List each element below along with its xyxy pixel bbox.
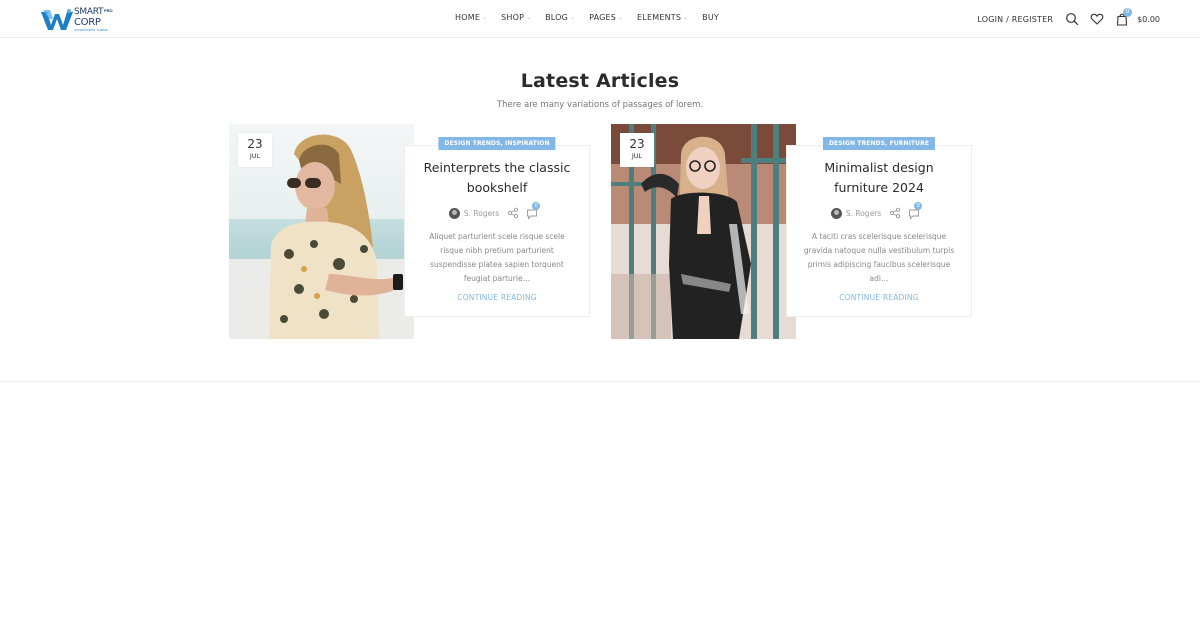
article-card: 23 JUL DESIGN TRENDS, INSPIRATION Reinte… [229, 124, 591, 339]
nav-label: BLOG [545, 13, 569, 22]
comment-count-badge: 0 [914, 202, 923, 210]
nav-item-elements[interactable]: ELEMENTS ⌄ [637, 13, 688, 22]
chevron-down-icon: ⌄ [618, 14, 624, 21]
article-content: DESIGN TRENDS, INSPIRATION Reinterprets … [404, 137, 590, 317]
author-name[interactable]: S. Rogers [846, 209, 881, 218]
article-image[interactable]: 23 JUL [229, 124, 414, 339]
nav-label: SHOP [501, 13, 525, 22]
logo-line1: SMART [74, 7, 104, 17]
main-nav: HOME ⌄ SHOP ⌄ BLOG ⌄ PAGES ⌄ ELEMENTS ⌄ BUY [455, 13, 733, 22]
comments-link[interactable]: 0 [526, 202, 541, 220]
continue-reading-link[interactable]: CONTINUE READING [405, 293, 589, 302]
article-content: DESIGN TRENDS, FURNITURE Minimalist desi… [786, 137, 972, 317]
article-meta: S. Rogers 0 [787, 202, 971, 220]
nav-label: BUY [702, 13, 719, 22]
share-icon[interactable] [889, 207, 901, 219]
nav-label: PAGES [589, 13, 617, 22]
section-title: Latest Articles [520, 70, 680, 92]
chevron-down-icon: ⌄ [683, 14, 689, 21]
category-badge[interactable]: DESIGN TRENDS, FURNITURE [822, 137, 936, 150]
date-day: 23 [247, 137, 263, 151]
section-divider [0, 381, 1200, 382]
article-excerpt: Aliquet parturient scele risque scele ri… [429, 232, 565, 283]
article-date: 23 JUL [620, 133, 654, 167]
chevron-down-icon: ⌄ [570, 14, 576, 21]
article-date: 23 JUL [238, 133, 272, 167]
section-subtitle: There are many variations of passages of… [496, 100, 704, 110]
logo-line2: CORP [74, 17, 101, 28]
site-header: SMART CORP PRO WORDPRESS THEME HOME ⌄ SHO… [0, 0, 1200, 38]
site-logo[interactable]: SMART CORP PRO WORDPRESS THEME [40, 6, 120, 32]
comments-link[interactable]: 0 [908, 202, 923, 220]
nav-item-blog[interactable]: BLOG ⌄ [545, 13, 575, 22]
author-avatar [448, 207, 460, 219]
nav-label: HOME [455, 13, 481, 22]
continue-reading-link[interactable]: CONTINUE READING [787, 293, 971, 302]
date-day: 23 [629, 137, 645, 151]
author-name[interactable]: S. Rogers [464, 209, 499, 218]
search-icon[interactable] [1065, 12, 1079, 26]
share-icon[interactable] [507, 207, 519, 219]
date-month: JUL [249, 152, 261, 160]
heart-icon[interactable] [1090, 12, 1104, 26]
logo-badge: PRO [104, 8, 113, 13]
article-meta: S. Rogers 0 [405, 202, 589, 220]
cart-button[interactable]: 0 [1115, 8, 1133, 26]
cart-total[interactable]: $0.00 [1137, 15, 1160, 24]
login-register-link[interactable]: LOGIN / REGISTER [977, 15, 1053, 24]
nav-item-buy[interactable]: BUY [702, 13, 719, 22]
nav-item-home[interactable]: HOME ⌄ [455, 13, 487, 22]
category-badge[interactable]: DESIGN TRENDS, INSPIRATION [438, 137, 556, 150]
cart-count-badge: 0 [1123, 8, 1133, 17]
chevron-down-icon: ⌄ [482, 14, 488, 21]
logo-w-icon [41, 9, 73, 30]
article-excerpt: A taciti cras scelerisque scelerisque gr… [803, 232, 955, 283]
nav-label: ELEMENTS [637, 13, 682, 22]
nav-item-shop[interactable]: SHOP ⌄ [501, 13, 531, 22]
comment-count-badge: 0 [532, 202, 541, 210]
date-month: JUL [631, 152, 643, 160]
logo-wordmark: SMART CORP [74, 7, 104, 29]
logo-tagline: WORDPRESS THEME [74, 28, 108, 32]
article-title[interactable]: Minimalist design furniture 2024 [799, 158, 959, 198]
article-title[interactable]: Reinterprets the classic bookshelf [417, 158, 577, 198]
nav-item-pages[interactable]: PAGES ⌄ [589, 13, 623, 22]
chevron-down-icon: ⌄ [526, 14, 532, 21]
article-card: 23 JUL DESIGN TRENDS, FURNITURE Minimali… [611, 124, 973, 339]
author-avatar [830, 207, 842, 219]
header-actions: LOGIN / REGISTER 0 $0.00 [977, 8, 1160, 28]
article-image[interactable]: 23 JUL [611, 124, 796, 339]
